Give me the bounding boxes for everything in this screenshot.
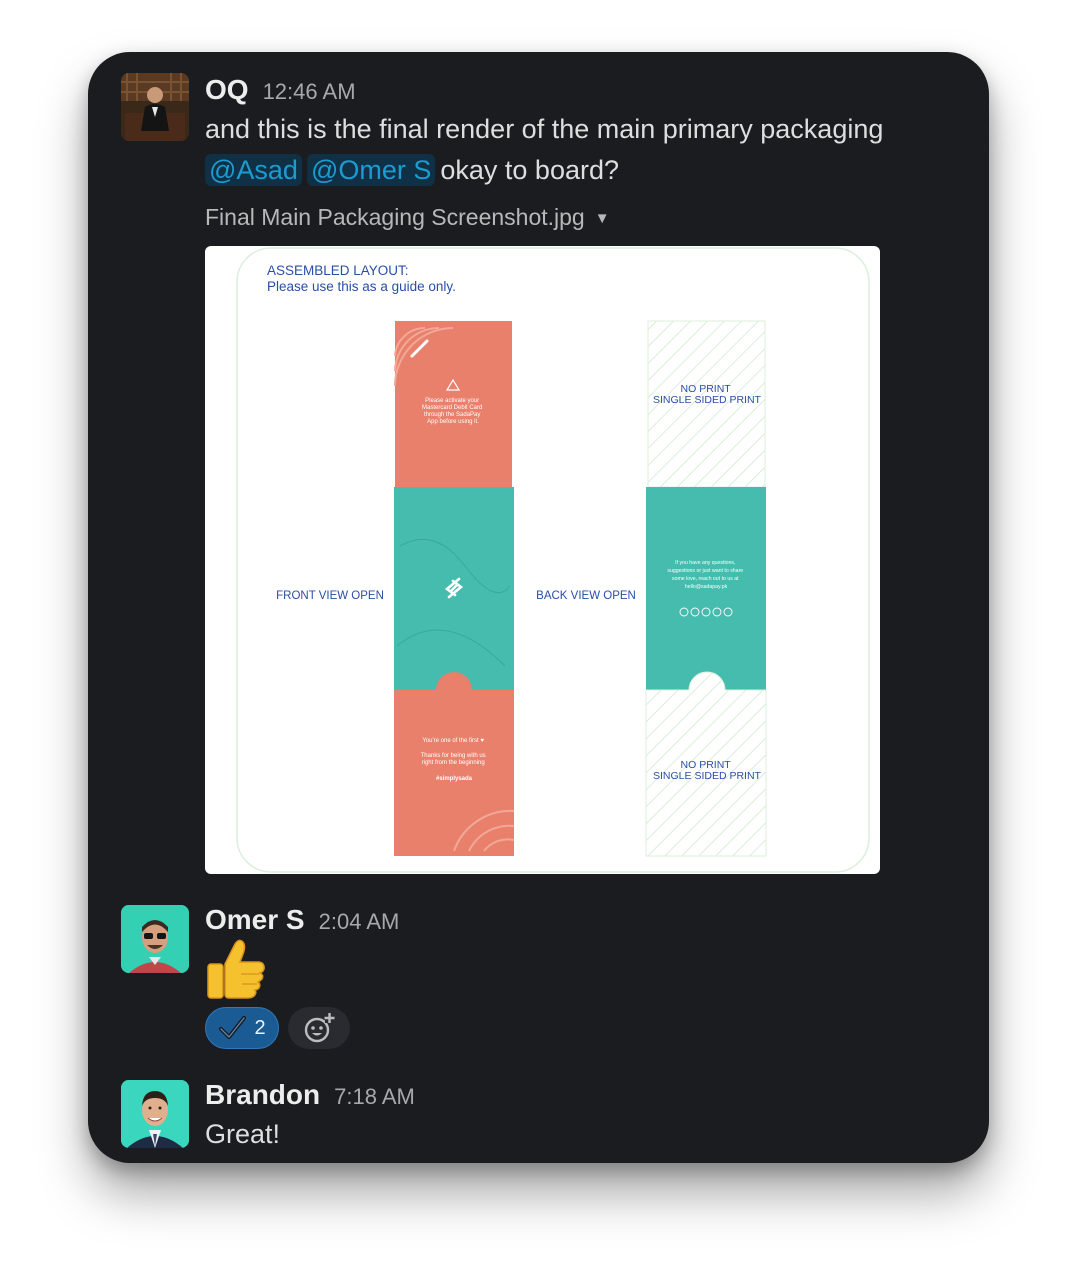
avatar[interactable] xyxy=(121,1080,189,1148)
avatar-image-omer-s xyxy=(121,905,189,973)
timestamp[interactable]: 12:46 AM xyxy=(263,79,356,105)
sender-name[interactable]: Omer S xyxy=(205,904,305,936)
timestamp[interactable]: 2:04 AM xyxy=(319,909,400,935)
message-header: OQ 12:46 AM xyxy=(205,74,356,106)
front-view-label: FRONT VIEW OPEN xyxy=(276,590,384,602)
avatar[interactable] xyxy=(121,905,189,973)
chat-window: OQ 12:46 AM and this is the final render… xyxy=(88,52,989,1163)
reactions-bar: 2 xyxy=(205,1007,350,1049)
sender-name[interactable]: Brandon xyxy=(205,1079,320,1111)
attachment-image[interactable]: ASSEMBLED LAYOUT: Please use this as a g… xyxy=(205,246,880,874)
message-text: Great! xyxy=(205,1119,281,1149)
back-view-label: BACK VIEW OPEN xyxy=(536,590,636,602)
thumbs-up-emoji: 👍 xyxy=(205,938,269,1000)
sender-name[interactable]: OQ xyxy=(205,74,249,106)
packaging-render: ASSEMBLED LAYOUT: Please use this as a g… xyxy=(236,247,870,873)
emoji-text: 👍 xyxy=(205,938,206,939)
mention-omer-s[interactable]: @Omer S xyxy=(306,154,436,186)
message-header: Omer S 2:04 AM xyxy=(205,904,399,936)
checkmark-icon xyxy=(219,1016,247,1039)
reaction-count: 2 xyxy=(254,1016,266,1039)
message-text: and this is the final render of the main… xyxy=(205,114,884,144)
timestamp[interactable]: 7:18 AM xyxy=(334,1084,415,1110)
mention-asad[interactable]: @Asad xyxy=(205,154,302,186)
front-top-flap xyxy=(395,321,512,487)
attachment-filename-label: Final Main Packaging Screenshot.jpg xyxy=(205,204,585,230)
avatar-image-brandon xyxy=(121,1080,189,1148)
message-text-line2: @Asad @Omer Sokay to board? xyxy=(205,150,619,191)
add-emoji-icon xyxy=(304,1013,335,1043)
message-text-continued: okay to board? xyxy=(440,155,619,185)
dieline-outline xyxy=(236,247,870,873)
add-reaction-button[interactable] xyxy=(288,1007,350,1049)
guide-subheading: Please use this as a guide only. xyxy=(267,279,456,294)
attachment-filename[interactable]: Final Main Packaging Screenshot.jpg ▼ xyxy=(205,204,610,231)
front-top-text: Please activate your Mastercard Debit Ca… xyxy=(422,398,484,425)
chevron-down-icon[interactable]: ▼ xyxy=(595,210,610,227)
avatar[interactable] xyxy=(121,73,189,141)
avatar-image-oq xyxy=(121,73,189,141)
guide-heading: ASSEMBLED LAYOUT: xyxy=(267,263,409,278)
thumbs-up-icon xyxy=(207,939,265,999)
reaction-checkmark[interactable]: 2 xyxy=(205,1007,279,1049)
message-header: Brandon 7:18 AM xyxy=(205,1079,415,1111)
